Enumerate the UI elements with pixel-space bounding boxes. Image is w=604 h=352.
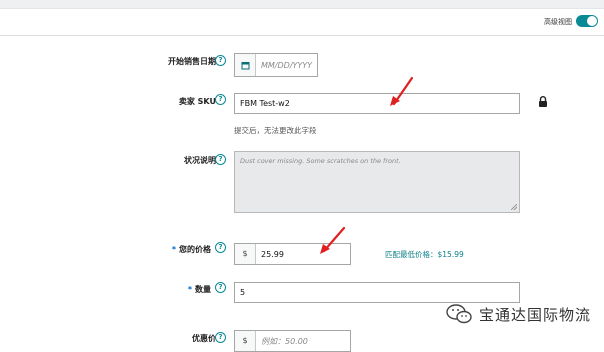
sale-price-placeholder: 例如：50.00 [261, 336, 308, 346]
quantity-label: * 数量 [188, 284, 211, 295]
sku-note: 提交后，无法更改此字段 [234, 126, 317, 135]
price-value: 25.99 [261, 249, 284, 259]
sale-price-help-icon[interactable]: ? [215, 332, 226, 343]
watermark: 宝通达国际物流 [445, 300, 591, 328]
start-date-placeholder: MM/DD/YYYY [261, 60, 313, 70]
lock-icon [539, 96, 547, 107]
sku-help-icon[interactable]: ? [215, 94, 226, 105]
top-strip [0, 0, 604, 9]
condition-placeholder: Dust cover missing. Some scratches on th… [240, 157, 401, 165]
sale-price-label: 优惠价 [192, 334, 216, 343]
annotation-arrow-price [320, 226, 346, 254]
toggle-knob [587, 16, 597, 26]
quantity-value: 5 [240, 288, 246, 297]
quantity-label-text: 数量 [195, 285, 211, 294]
price-label-text: 您的价格 [179, 245, 211, 254]
advanced-view-toggle[interactable] [576, 15, 598, 27]
view-toolbar: 高级视图 [0, 9, 604, 36]
match-lowest-price-link[interactable]: 匹配最低价格：$15.99 [385, 249, 464, 260]
sku-input[interactable]: FBM Test-w2 [234, 93, 520, 114]
calendar-icon[interactable] [235, 54, 256, 76]
watermark-text: 宝通达国际物流 [479, 305, 592, 324]
required-mark: * [171, 245, 176, 254]
start-date-label: 开始销售日期 [168, 57, 216, 66]
annotation-arrow-sku [390, 76, 414, 106]
start-date-field[interactable]: MM/DD/YYYY [234, 53, 318, 77]
condition-help-icon[interactable]: ? [215, 154, 226, 165]
advanced-view-label: 高级视图 [544, 18, 572, 26]
price-help-icon[interactable]: ? [215, 242, 226, 253]
resize-handle[interactable] [511, 204, 517, 210]
quantity-help-icon[interactable]: ? [215, 282, 226, 293]
condition-textarea[interactable]: Dust cover missing. Some scratches on th… [234, 151, 520, 213]
start-date-help-icon[interactable]: ? [215, 55, 226, 66]
wechat-logo-icon [446, 304, 472, 324]
price-currency: $ [235, 244, 256, 264]
required-mark: * [187, 285, 192, 294]
sale-price-input[interactable]: $ 例如：50.00 [234, 330, 351, 352]
price-label: * 您的价格 [172, 244, 211, 255]
sku-value: FBM Test-w2 [240, 99, 290, 108]
sale-price-currency: $ [235, 331, 256, 351]
condition-label: 状况说明 [184, 156, 216, 165]
sku-label: 卖家 SKU [178, 97, 216, 106]
